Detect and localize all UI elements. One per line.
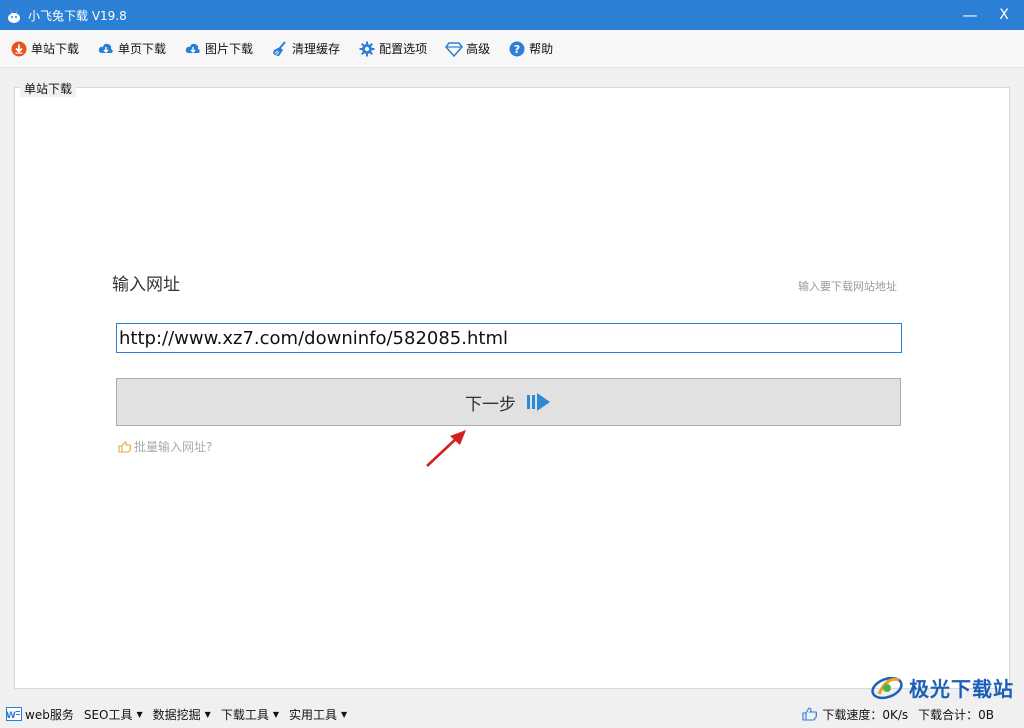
toolbar-clear-cache[interactable]: 清理缓存 [271, 40, 340, 58]
caret-down-icon: ▼ [341, 709, 348, 719]
broom-icon [271, 40, 289, 58]
download-stats: 下载速度：0K/s 下载合计：0B [802, 700, 1004, 728]
statusbar-data-mining[interactable]: 数据挖掘 ▼ [153, 706, 211, 723]
toolbar-single-page-download[interactable]: 单页下载 [97, 40, 166, 58]
statusbar-menu-label: web服务 [25, 707, 74, 722]
next-step-button[interactable]: 下一步 [116, 378, 901, 426]
toolbar-single-site-download[interactable]: 单站下载 [10, 40, 79, 58]
thumbs-up-icon [802, 707, 818, 721]
statusbar-seo-tools[interactable]: SEO工具 ▼ [84, 706, 143, 723]
minimize-button[interactable]: — [954, 0, 986, 30]
title-bar: 小飞兔下载 V19.8 — X [0, 0, 1024, 30]
rabbit-logo-icon [5, 6, 23, 24]
toolbar: 单站下载 单页下载 图片下载 清理缓存 配置选项 高级 ? 帮助 [0, 30, 1024, 68]
window-title: 小飞兔下载 V19.8 [28, 8, 127, 23]
cloud-download-icon [97, 40, 115, 58]
cloud-download-icon [184, 40, 202, 58]
toolbar-item-label: 图片下载 [205, 42, 254, 56]
panel-legend: 单站下载 [20, 80, 77, 97]
arrow-right-icon [526, 389, 552, 415]
download-speed: 下载速度：0K/s [822, 707, 909, 722]
statusbar-menu-label: 实用工具 [288, 707, 337, 722]
toolbar-config-options[interactable]: 配置选项 [358, 40, 427, 58]
status-bar: W web服务 SEO工具 ▼ 数据挖掘 ▼ 下载工具 ▼ 实用工具 ▼ 下载速度：0K… [0, 700, 1024, 728]
cloud-download-icon [10, 40, 28, 58]
help-icon: ? [508, 40, 526, 58]
caret-down-icon: ▼ [136, 709, 143, 719]
aurora-logo-icon [871, 676, 903, 700]
toolbar-item-label: 帮助 [529, 42, 554, 56]
next-step-label: 下一步 [465, 394, 516, 415]
statusbar-download-tools[interactable]: 下载工具 ▼ [221, 706, 279, 723]
statusbar-menu-label: SEO工具 [83, 707, 133, 722]
batch-input-label: 批量输入网址? [134, 440, 213, 454]
toolbar-item-label: 高级 [466, 42, 491, 56]
toolbar-item-label: 单站下载 [31, 42, 80, 56]
close-button[interactable]: X [988, 0, 1020, 30]
toolbar-item-label: 清理缓存 [292, 42, 341, 56]
url-hint: 输入要下载网站地址 [798, 280, 897, 293]
toolbar-item-label: 单页下载 [118, 42, 167, 56]
url-label: 输入网址 [112, 275, 180, 295]
gear-icon [358, 40, 376, 58]
diamond-icon [445, 40, 464, 58]
toolbar-help[interactable]: ? 帮助 [508, 40, 553, 58]
caret-down-icon: ▼ [204, 709, 211, 719]
toolbar-image-download[interactable]: 图片下载 [184, 40, 253, 58]
url-input[interactable] [116, 323, 902, 353]
svg-text:?: ? [514, 43, 520, 56]
pointing-hand-icon [118, 440, 132, 453]
toolbar-item-label: 配置选项 [379, 42, 428, 56]
web-service-icon: W [6, 707, 22, 721]
caret-down-icon: ▼ [272, 709, 279, 719]
statusbar-menu-label: 数据挖掘 [152, 707, 201, 722]
statusbar-utility-tools[interactable]: 实用工具 ▼ [289, 706, 347, 723]
watermark: 极光下载站 [869, 672, 1014, 702]
toolbar-advanced[interactable]: 高级 [445, 40, 490, 58]
watermark-text: 极光下载站 [909, 676, 1014, 701]
batch-input-link[interactable]: 批量输入网址? [118, 438, 212, 455]
statusbar-web-service[interactable]: W web服务 [6, 706, 74, 723]
annotation-arrow-icon [426, 430, 466, 467]
svg-text:W: W [6, 711, 16, 721]
download-total: 下载合计：0B [918, 707, 994, 722]
statusbar-menu-label: 下载工具 [220, 707, 269, 722]
